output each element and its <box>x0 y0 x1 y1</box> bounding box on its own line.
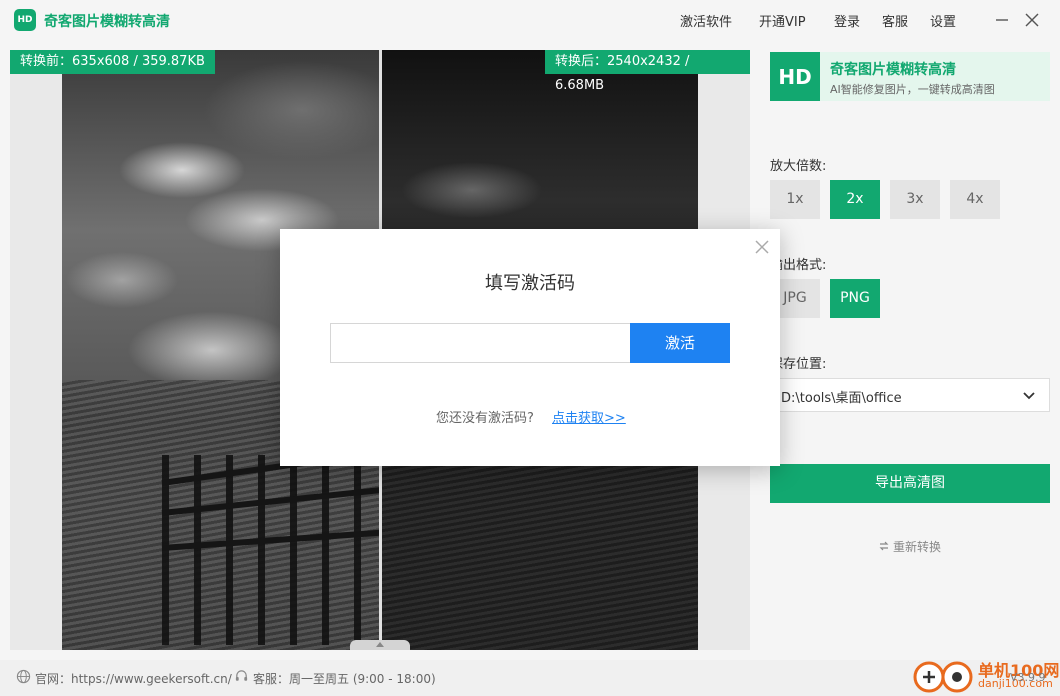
scale-option-1x[interactable]: 1x <box>770 180 820 219</box>
version-label: V3.9.9 <box>1010 671 1046 684</box>
watermark-logo <box>913 661 973 693</box>
save-path-value: D:\tools\桌面\office <box>781 391 902 406</box>
product-subtitle: AI智能修复图片，一键转成高清图 <box>830 83 995 96</box>
headset-icon <box>235 670 248 681</box>
badge-before: 转换前：635x608 / 359.87KB <box>10 50 215 74</box>
activation-code-input[interactable] <box>330 323 630 363</box>
globe-icon <box>16 669 31 684</box>
close-button[interactable] <box>1020 8 1044 32</box>
scale-label: 放大倍数: <box>770 159 827 174</box>
dialog-title: 填写激活码 <box>485 273 575 294</box>
close-icon[interactable] <box>752 237 772 257</box>
activate-button[interactable]: 激活 <box>630 323 730 363</box>
title-bar: HD 奇客图片模糊转高清 激活软件 开通VIP 登录 客服 设置 <box>0 0 1060 40</box>
chevron-down-icon <box>1023 392 1035 400</box>
minimize-icon <box>996 19 1008 21</box>
product-title: 奇客图片模糊转高清 <box>830 62 956 78</box>
app-logo: HD <box>14 9 36 31</box>
activation-dialog: 填写激活码 激活 您还没有激活码? 点击获取>> <box>280 229 780 466</box>
scale-option-4x[interactable]: 4x <box>950 180 1000 219</box>
image-before-fence <box>162 455 380 645</box>
format-option-png[interactable]: PNG <box>830 279 880 318</box>
nav-activate-software[interactable]: 激活软件 <box>680 11 732 30</box>
close-icon <box>1025 13 1039 27</box>
nav-login[interactable]: 登录 <box>834 11 860 30</box>
reconvert-button[interactable]: 重新转换 <box>878 538 941 555</box>
minimize-button[interactable] <box>990 8 1014 32</box>
scale-option-2x[interactable]: 2x <box>830 180 880 219</box>
save-location-select[interactable]: D:\tools\桌面\office <box>770 378 1050 412</box>
nav-open-vip[interactable]: 开通VIP <box>759 11 806 30</box>
compare-divider-handle[interactable] <box>350 640 410 650</box>
nav-settings[interactable]: 设置 <box>930 11 956 30</box>
status-bar: 官网：https://www.geekersoft.cn/ 客服：周一至周五 (… <box>0 660 1060 696</box>
scale-option-3x[interactable]: 3x <box>890 180 940 219</box>
nav-customer-service[interactable]: 客服 <box>882 11 908 30</box>
badge-after: 转换后：2540x2432 / 6.68MB <box>545 50 750 93</box>
no-code-text: 您还没有激活码? <box>436 411 534 426</box>
service-hours: 客服：周一至周五 (9:00 - 18:00) <box>253 672 436 686</box>
reconvert-label: 重新转换 <box>893 540 942 554</box>
hd-icon: HD <box>770 52 820 101</box>
website-link[interactable]: 官网：https://www.geekersoft.cn/ <box>35 670 232 687</box>
product-card: HD 奇客图片模糊转高清 AI智能修复图片，一键转成高清图 <box>770 52 1050 101</box>
app-title: 奇客图片模糊转高清 <box>44 14 170 30</box>
export-button[interactable]: 导出高清图 <box>770 464 1050 503</box>
refresh-icon <box>879 541 889 551</box>
get-code-link[interactable]: 点击获取>> <box>552 407 626 426</box>
